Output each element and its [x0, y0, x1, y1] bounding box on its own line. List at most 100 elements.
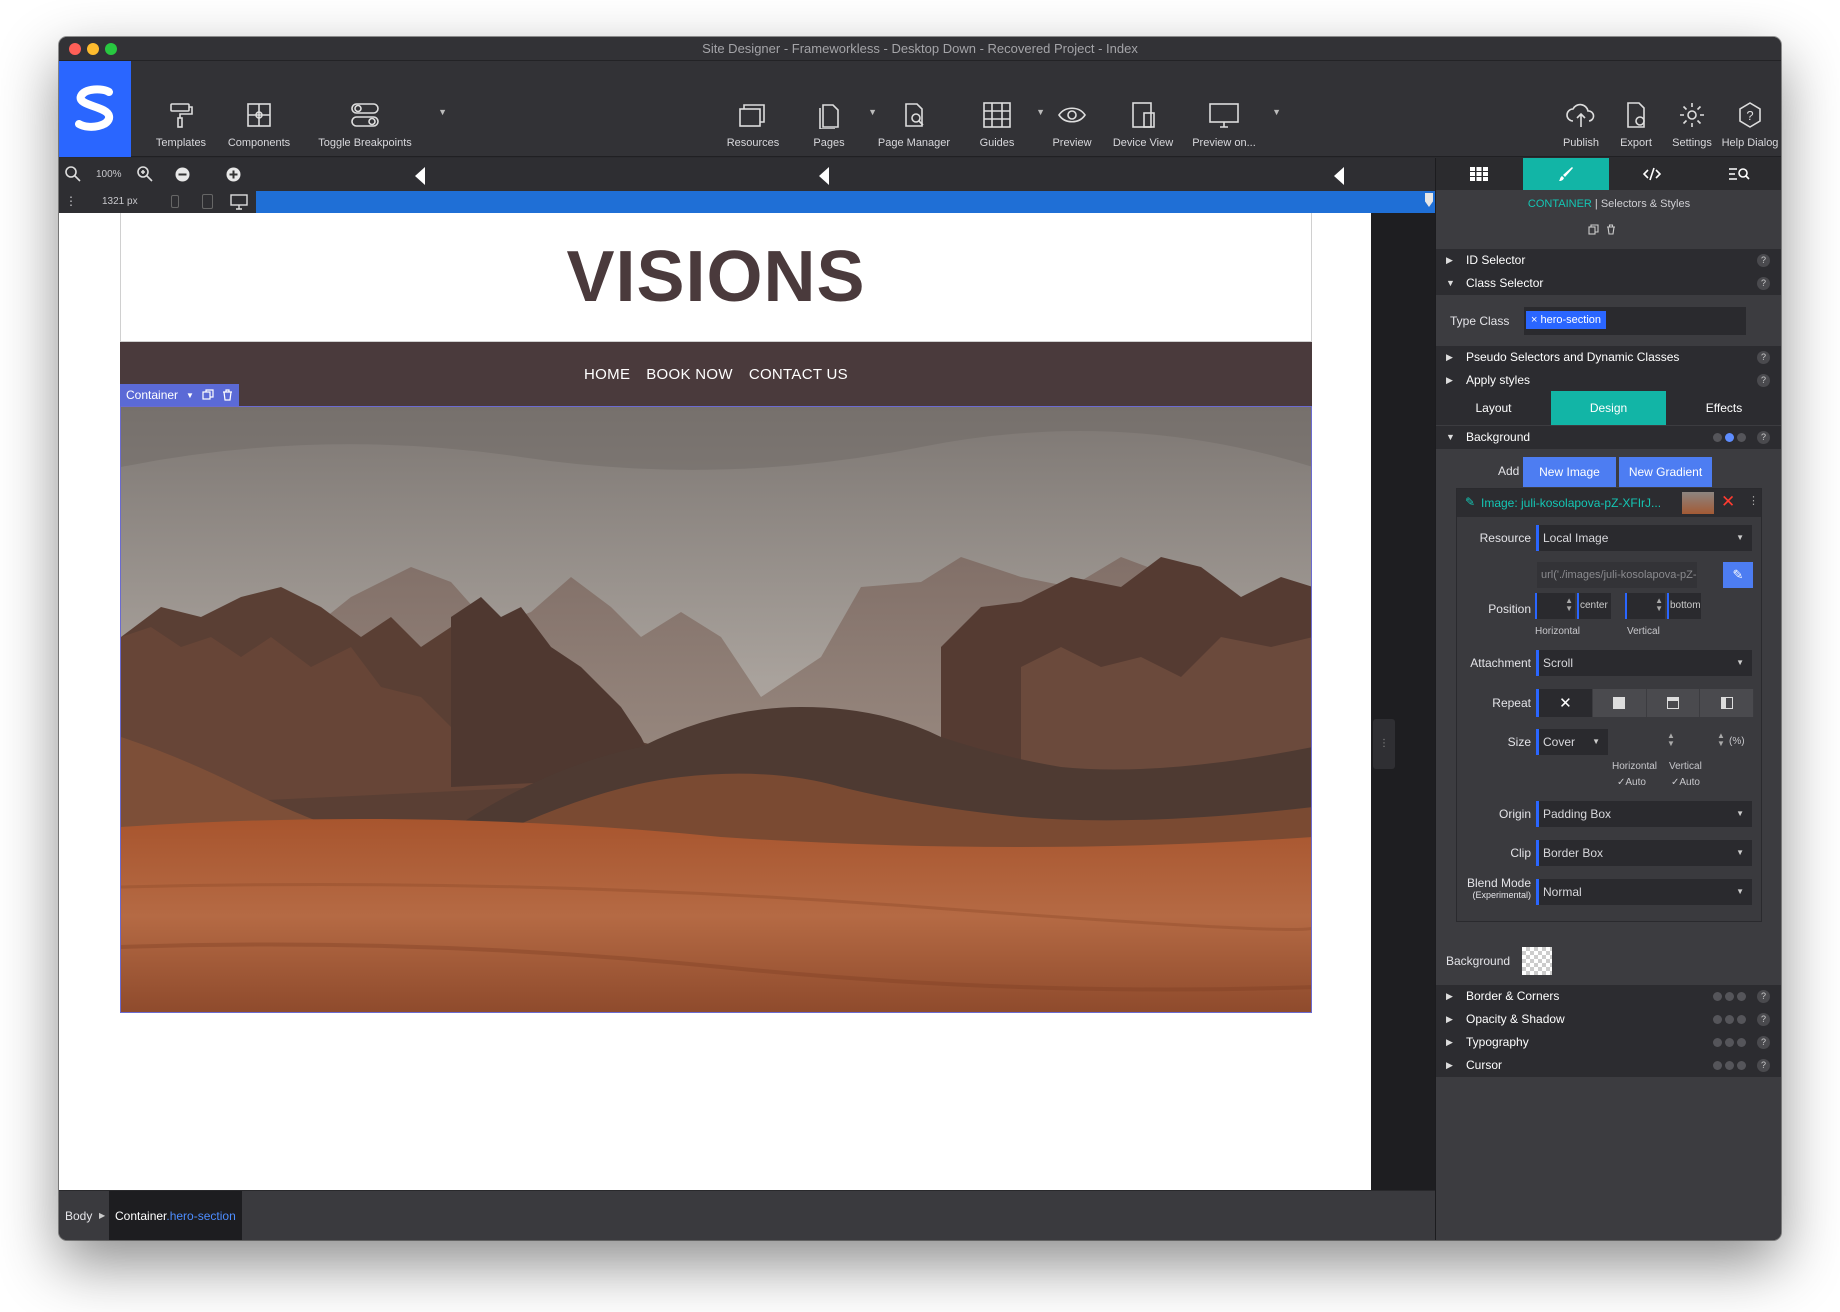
site-header[interactable]: VISIONS: [120, 213, 1312, 342]
resize-handle[interactable]: ⋮: [1373, 719, 1395, 769]
more-options-icon[interactable]: ⋮: [65, 194, 77, 208]
position-v-select[interactable]: bottom: [1667, 593, 1701, 619]
pages-button[interactable]: Pages ▼: [795, 61, 877, 157]
edit-url-button[interactable]: ✎: [1723, 562, 1753, 588]
trash-icon[interactable]: [222, 389, 233, 401]
help-icon: ?: [1757, 431, 1770, 444]
zoom-in-icon[interactable]: [137, 166, 153, 182]
pseudo-selectors-section[interactable]: ▶ Pseudo Selectors and Dynamic Classes?: [1436, 346, 1781, 369]
zoom-window-button[interactable]: [105, 43, 117, 55]
opacity-shadow-section[interactable]: ▶ Opacity & Shadow?: [1436, 1008, 1781, 1031]
help-icon: ?: [1757, 374, 1770, 387]
class-selector-section[interactable]: ▼ Class Selector?: [1436, 272, 1781, 295]
subtab-layout[interactable]: Layout: [1436, 391, 1551, 425]
zoom-out-circle-icon[interactable]: [175, 167, 190, 182]
typography-section[interactable]: ▶ Typography?: [1436, 1031, 1781, 1054]
chevron-down-icon[interactable]: ▼: [186, 391, 194, 400]
page-manager-button[interactable]: Page Manager: [871, 61, 957, 157]
site-nav[interactable]: HOME BOOK NOW CONTACT US: [120, 342, 1312, 406]
nav-link-book-now[interactable]: BOOK NOW: [646, 366, 733, 383]
class-chip[interactable]: × hero-section: [1526, 311, 1607, 329]
duplicate-icon[interactable]: [1588, 224, 1599, 235]
components-button[interactable]: Components: [217, 61, 301, 157]
repeat-y-option[interactable]: [1700, 689, 1754, 717]
subtab-effects[interactable]: Effects: [1666, 391, 1781, 425]
repeat-none-option[interactable]: ✕: [1539, 689, 1593, 717]
page-preview[interactable]: VISIONS HOME BOOK NOW CONTACT US Contain…: [59, 213, 1371, 1227]
preview-button[interactable]: Preview: [1039, 61, 1105, 157]
type-class-input[interactable]: × hero-section: [1524, 307, 1746, 335]
size-v-stepper[interactable]: ▲ ▼: [1717, 732, 1725, 748]
desktop-device-icon[interactable]: [230, 194, 248, 210]
close-window-button[interactable]: [69, 43, 81, 55]
zoom-in-circle-icon[interactable]: [226, 167, 241, 182]
nav-link-contact-us[interactable]: CONTACT US: [749, 366, 848, 383]
hero-section[interactable]: [120, 406, 1312, 1013]
repeat-x-option[interactable]: [1646, 689, 1701, 717]
border-corners-section[interactable]: ▶ Border & Corners?: [1436, 985, 1781, 1008]
remove-image-icon[interactable]: ✕: [1721, 492, 1735, 512]
tab-styles[interactable]: [1522, 158, 1609, 190]
container-selection-tag[interactable]: Container ▼: [120, 384, 239, 406]
size-v-auto-check[interactable]: ✓Auto: [1671, 777, 1700, 788]
breadcrumb-body[interactable]: Body: [65, 1191, 92, 1240]
duplicate-icon[interactable]: [202, 389, 214, 401]
toggle-breakpoints-button[interactable]: Toggle Breakpoints ▼: [297, 61, 447, 157]
minimize-window-button[interactable]: [87, 43, 99, 55]
blend-mode-select[interactable]: Normal ▼: [1536, 879, 1752, 905]
breakpoint-marker[interactable]: [819, 167, 829, 185]
drag-handle-icon[interactable]: ⋮: [1748, 494, 1759, 507]
zoom-fit-icon[interactable]: [65, 166, 81, 182]
new-image-button[interactable]: New Image: [1523, 457, 1616, 487]
origin-select[interactable]: Padding Box ▼: [1536, 801, 1752, 827]
resources-button[interactable]: Resources: [715, 61, 791, 157]
nav-link-home[interactable]: HOME: [584, 366, 630, 383]
resource-select[interactable]: Local Image ▼: [1536, 525, 1752, 551]
new-gradient-button[interactable]: New Gradient: [1619, 457, 1712, 487]
breadcrumb-container[interactable]: Container.hero-section: [109, 1191, 242, 1240]
position-v-number[interactable]: ▲ ▼: [1625, 593, 1665, 619]
size-h-stepper[interactable]: ▲ ▼: [1667, 732, 1675, 748]
position-h-select[interactable]: center: [1577, 593, 1611, 619]
size-h-auto-check[interactable]: ✓Auto: [1617, 777, 1646, 788]
app-logo[interactable]: [59, 61, 131, 157]
clip-select[interactable]: Border Box ▼: [1536, 840, 1752, 866]
apply-styles-section[interactable]: ▶ Apply styles?: [1436, 369, 1781, 392]
breakpoint-marker[interactable]: [1334, 167, 1344, 185]
position-h-number[interactable]: ▲ ▼: [1535, 593, 1575, 619]
cursor-section[interactable]: ▶ Cursor?: [1436, 1054, 1781, 1077]
phone-device-icon[interactable]: [171, 195, 179, 208]
tab-search[interactable]: [1696, 158, 1782, 190]
image-layer-header[interactable]: ✎ Image: juli-kosolapova-pZ-XFIrJ... ✕ ⋮: [1457, 489, 1761, 517]
templates-button[interactable]: Templates: [139, 61, 223, 157]
image-layer-panel: ✎ Image: juli-kosolapova-pZ-XFIrJ... ✕ ⋮…: [1456, 488, 1762, 922]
width-slider-track[interactable]: [256, 191, 1435, 213]
tab-layout-grid[interactable]: [1436, 158, 1523, 190]
width-slider-handle[interactable]: [1425, 193, 1433, 207]
subtab-design[interactable]: Design: [1551, 391, 1666, 425]
attachment-select[interactable]: Scroll ▼: [1536, 650, 1752, 676]
publish-button[interactable]: Publish: [1554, 61, 1608, 157]
guides-button[interactable]: Guides ▼: [963, 61, 1045, 157]
chevron-right-icon: ▶: [99, 1211, 106, 1220]
settings-button[interactable]: Settings: [1663, 61, 1721, 157]
help-icon: ?: [1757, 277, 1770, 290]
size-unit[interactable]: (%): [1729, 736, 1745, 747]
page-manager-icon: [905, 103, 924, 127]
image-url-field[interactable]: url('./images/juli-kosolapova-pZ-: [1537, 562, 1697, 588]
breakpoint-marker[interactable]: [415, 167, 425, 185]
trash-icon[interactable]: [1606, 224, 1616, 235]
background-color-swatch[interactable]: [1522, 947, 1552, 975]
help-dialog-button[interactable]: ? Help Dialog: [1719, 61, 1781, 157]
tablet-device-icon[interactable]: [202, 194, 213, 209]
size-select[interactable]: Cover ▼: [1536, 729, 1608, 755]
pencil-icon[interactable]: ✎: [1465, 495, 1475, 509]
id-selector-section[interactable]: ▶ ID Selector?: [1436, 249, 1781, 272]
repeat-both-option[interactable]: [1592, 689, 1647, 717]
preview-on-button[interactable]: Preview on... ▼: [1181, 61, 1281, 157]
background-section[interactable]: ▼ Background ?: [1436, 426, 1781, 449]
export-button[interactable]: Export: [1611, 61, 1661, 157]
tab-code[interactable]: [1609, 158, 1696, 190]
pages-icon: [819, 104, 839, 129]
device-view-button[interactable]: Device View: [1107, 61, 1179, 157]
